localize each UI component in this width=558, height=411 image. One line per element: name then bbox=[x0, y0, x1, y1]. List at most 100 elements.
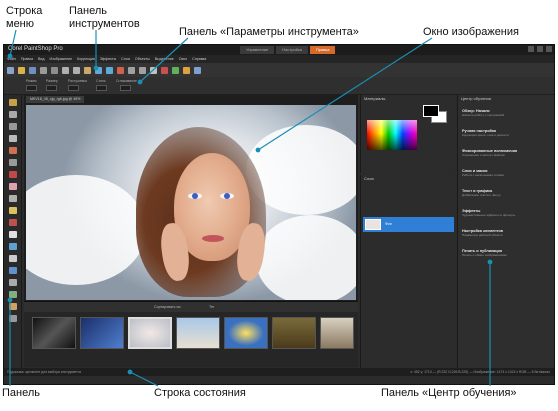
option-control-2[interactable] bbox=[46, 85, 57, 91]
fill-tool-icon[interactable] bbox=[9, 243, 17, 250]
menu-item-file[interactable]: Файл bbox=[7, 57, 16, 61]
image-canvas[interactable] bbox=[26, 105, 356, 300]
organizer-palette: Сортировать по: Тег bbox=[24, 301, 358, 367]
thumbnail[interactable] bbox=[176, 317, 220, 349]
learning-item[interactable]: Текст и графика Добавление текста и фигу… bbox=[462, 189, 552, 197]
warp-tool-icon[interactable] bbox=[9, 291, 17, 298]
option-label-3: Растушевка bbox=[68, 79, 87, 83]
callout-tool-options: Панель «Параметры инструмента» bbox=[179, 26, 359, 38]
menu-item-layers[interactable]: Слои bbox=[121, 57, 130, 61]
menu-item-effects[interactable]: Эффекты bbox=[100, 57, 116, 61]
cut-icon[interactable] bbox=[62, 66, 69, 74]
tab-edit[interactable]: Правка bbox=[309, 46, 336, 54]
minimize-icon[interactable] bbox=[528, 46, 534, 52]
paintshop-window: Corel PaintShop Pro Управление Настройка… bbox=[3, 44, 555, 385]
option-control-1[interactable] bbox=[26, 85, 37, 91]
tab-manage[interactable]: Управление bbox=[240, 46, 275, 54]
callout-status-bar: Строка состояния bbox=[154, 387, 246, 399]
learning-item[interactable]: Слои и маски Работа с несколькими слоями bbox=[462, 169, 552, 177]
menu-item-edit[interactable]: Правка bbox=[21, 57, 33, 61]
paste-icon[interactable] bbox=[84, 66, 91, 74]
workspace-tabs: Управление Настройка Правка bbox=[240, 46, 336, 54]
shape-tool-icon[interactable] bbox=[9, 267, 17, 274]
learning-center-palette: Центр обучения Обзор: Начало Начните раб… bbox=[457, 95, 554, 368]
menu-item-view[interactable]: Вид bbox=[38, 57, 45, 61]
rotate-icon[interactable] bbox=[139, 66, 146, 74]
status-right-text: x: 452 y: 1710 — (R:232 G:226 B:225) — И… bbox=[410, 370, 550, 374]
clone-tool-icon[interactable] bbox=[9, 195, 17, 202]
option-control-5[interactable] bbox=[120, 85, 131, 91]
text-tool-icon[interactable] bbox=[9, 255, 17, 262]
makeover-tool-icon[interactable] bbox=[9, 183, 17, 190]
organizer-toolbar: Сортировать по: Тег bbox=[24, 302, 358, 312]
callout-toolbar-line1: Панель bbox=[69, 5, 108, 17]
menu-item-selections[interactable]: Выделение bbox=[155, 57, 174, 61]
tools-panel bbox=[4, 95, 22, 368]
save-icon[interactable] bbox=[29, 66, 36, 74]
pen-tool-icon[interactable] bbox=[9, 279, 17, 286]
thumbnail[interactable] bbox=[32, 317, 76, 349]
learning-item[interactable]: Печать и публикация Печать и обмен изобр… bbox=[462, 249, 552, 257]
layer-thumbnail bbox=[365, 219, 381, 230]
menu-item-window[interactable]: Окно bbox=[179, 57, 187, 61]
zoom-icon[interactable] bbox=[150, 66, 157, 74]
selection-tool-icon[interactable] bbox=[9, 123, 17, 130]
dropper-tool-icon[interactable] bbox=[9, 135, 17, 142]
callout-menu-bar: Строка меню bbox=[6, 5, 42, 31]
layers-icon[interactable] bbox=[194, 66, 201, 74]
pan-tool-icon[interactable] bbox=[9, 99, 17, 106]
crop-tool-icon[interactable] bbox=[9, 147, 17, 154]
open-folder-icon[interactable] bbox=[18, 66, 25, 74]
menu-item-help[interactable]: Справка bbox=[192, 57, 206, 61]
scan-icon[interactable] bbox=[51, 66, 58, 74]
callout-tools-panel: Панель bbox=[2, 387, 41, 399]
red-eye-tool-icon[interactable] bbox=[9, 171, 17, 178]
image-tab[interactable]: MKV18_45_ojp_rgb.jpg @ 45% bbox=[26, 96, 85, 103]
thumbnail[interactable] bbox=[320, 317, 354, 349]
option-control-3[interactable] bbox=[68, 85, 79, 91]
menu-item-adjust[interactable]: Коррекция bbox=[77, 57, 95, 61]
learning-item-desc: Работа с несколькими слоями bbox=[462, 173, 505, 177]
paint-brush-tool-icon[interactable] bbox=[9, 219, 17, 226]
red-eye-icon[interactable] bbox=[161, 66, 168, 74]
smart-fix-icon[interactable] bbox=[183, 66, 190, 74]
straighten-tool-icon[interactable] bbox=[9, 159, 17, 166]
option-control-4[interactable] bbox=[96, 85, 107, 91]
tab-adjust[interactable]: Настройка bbox=[276, 46, 308, 54]
learning-item[interactable]: Эффекты Художественные эффекты и фильтры bbox=[462, 209, 552, 217]
undo-icon[interactable] bbox=[95, 66, 102, 74]
menu-item-image[interactable]: Изображение bbox=[50, 57, 73, 61]
thumbnail[interactable] bbox=[272, 317, 316, 349]
learning-item[interactable]: Ручная настройка Коррекция цвета, тона и… bbox=[462, 129, 552, 137]
learning-item[interactable]: Обзор: Начало Начните работу с программо… bbox=[462, 109, 552, 117]
thumbnail[interactable] bbox=[80, 317, 124, 349]
color-swatches[interactable] bbox=[367, 120, 417, 150]
scratch-tool-icon[interactable] bbox=[9, 315, 17, 322]
dodge-tool-icon[interactable] bbox=[9, 207, 17, 214]
eraser-tool-icon[interactable] bbox=[9, 231, 17, 238]
copy-icon[interactable] bbox=[73, 66, 80, 74]
learning-item-desc: Художественные эффекты и фильтры bbox=[462, 213, 516, 217]
pick-tool-icon[interactable] bbox=[9, 111, 17, 118]
crop-icon[interactable] bbox=[117, 66, 124, 74]
option-label-2: Размер bbox=[46, 79, 58, 83]
maximize-icon[interactable] bbox=[537, 46, 543, 52]
new-file-icon[interactable] bbox=[7, 66, 14, 74]
thumbnail[interactable] bbox=[224, 317, 268, 349]
learning-item-desc: Сохранение и экспорт файлов bbox=[462, 153, 505, 157]
layer-row[interactable]: Фон bbox=[363, 217, 454, 232]
picture-tube-tool-icon[interactable] bbox=[9, 303, 17, 310]
foreground-color-swatch[interactable] bbox=[423, 105, 439, 117]
menu-item-objects[interactable]: Объекты bbox=[135, 57, 150, 61]
learning-item[interactable]: Настройка элементов Параметры рабочей об… bbox=[462, 229, 552, 237]
organizer-tag-label[interactable]: Тег bbox=[209, 305, 214, 309]
one-step-fix-icon[interactable] bbox=[172, 66, 179, 74]
close-icon[interactable] bbox=[546, 46, 552, 52]
learning-item[interactable]: Фиксированные полномочия Сохранение и эк… bbox=[462, 149, 552, 157]
learning-item-desc: Начните работу с программой bbox=[462, 113, 505, 117]
standard-toolbar bbox=[4, 63, 554, 77]
print-icon[interactable] bbox=[40, 66, 47, 74]
redo-icon[interactable] bbox=[106, 66, 113, 74]
thumbnail-selected[interactable] bbox=[128, 317, 172, 349]
resize-icon[interactable] bbox=[128, 66, 135, 74]
